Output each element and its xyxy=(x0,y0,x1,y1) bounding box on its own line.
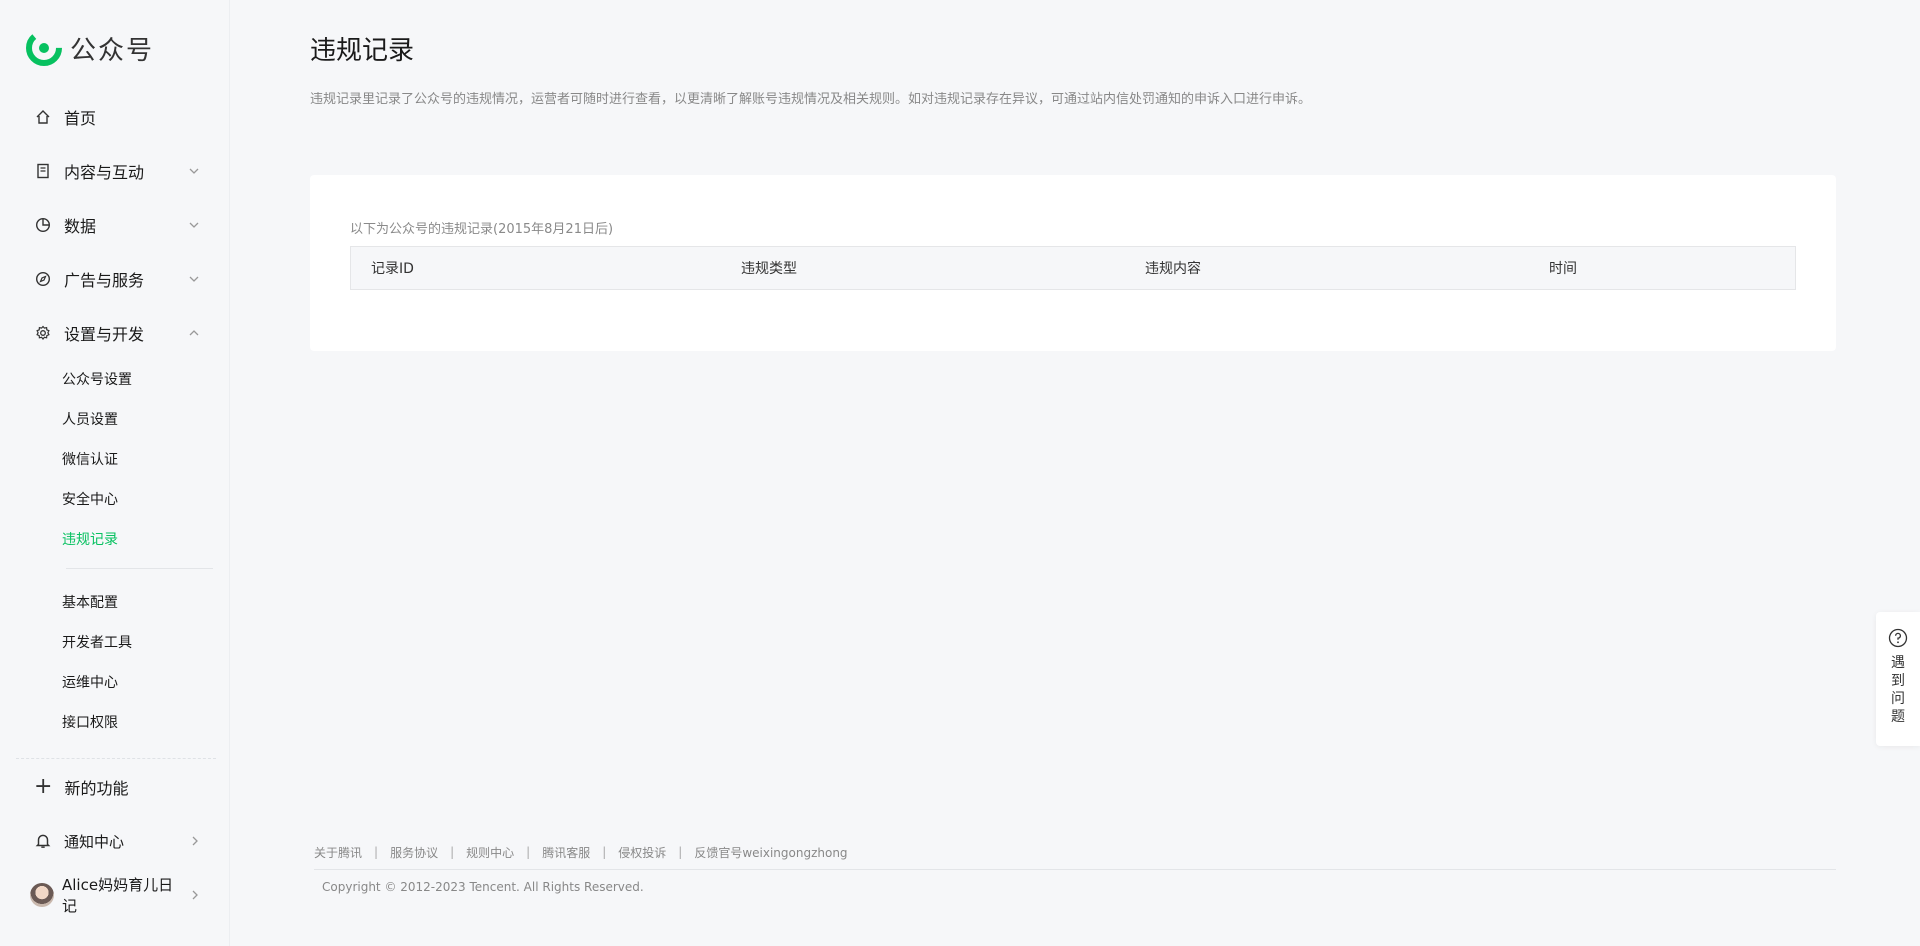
nav-ads[interactable]: 广告与服务 xyxy=(0,252,229,306)
subnav-ops-center[interactable]: 运维中心 xyxy=(62,663,229,703)
column-violation-type: 违规类型 xyxy=(741,261,797,277)
column-violation-content: 违规内容 xyxy=(1145,261,1201,277)
footer-link-about[interactable]: 关于腾讯 xyxy=(314,844,362,861)
nav-home[interactable]: 首页 xyxy=(0,90,229,144)
violation-records-card: 以下为公众号的违规记录(2015年8月21日后) 记录ID 违规类型 违规内容 … xyxy=(310,175,1836,351)
footer-separator: | xyxy=(374,845,379,859)
compass-icon xyxy=(34,270,52,288)
page-title: 违规记录 xyxy=(310,36,415,66)
chevron-right-icon xyxy=(192,890,198,900)
copyright: Copyright © 2012-2023 Tencent. All Right… xyxy=(322,880,644,894)
footer-separator: | xyxy=(526,845,531,859)
subnav-account-settings[interactable]: 公众号设置 xyxy=(62,360,229,400)
plus-icon: + xyxy=(34,774,53,799)
new-features-button[interactable]: + 新的功能 xyxy=(16,758,216,814)
footer-separator: | xyxy=(678,845,683,859)
table-header: 记录ID 违规类型 违规内容 时间 xyxy=(351,247,1795,289)
footer-link-terms[interactable]: 服务协议 xyxy=(390,844,438,861)
sidebar: 公众号 首页 内容与互动 数据 广告与服务 设置与开发 公众号设置 人员设置 微… xyxy=(0,0,230,946)
records-note: 以下为公众号的违规记录(2015年8月21日后) xyxy=(350,222,614,237)
nav-settings-label: 设置与开发 xyxy=(64,325,145,344)
brand-name: 公众号 xyxy=(70,35,155,66)
footer-link-support[interactable]: 腾讯客服 xyxy=(542,844,590,861)
column-time: 时间 xyxy=(1549,261,1577,277)
main-content: 违规记录 违规记录里记录了公众号的违规情况，运营者可随时进行查看，以更清晰了解账… xyxy=(230,0,1920,946)
settings-subnav: 公众号设置 人员设置 微信认证 安全中心 违规记录 xyxy=(0,360,229,560)
nav-data-label: 数据 xyxy=(64,217,97,236)
main-nav: 首页 内容与互动 数据 广告与服务 设置与开发 公众号设置 人员设置 微信认证 … xyxy=(0,90,229,743)
new-features-label: 新的功能 xyxy=(64,778,129,798)
chevron-down-icon xyxy=(189,276,199,282)
dev-subnav: 基本配置 开发者工具 运维中心 接口权限 xyxy=(0,583,229,743)
page-description: 违规记录里记录了公众号的违规情况，运营者可随时进行查看，以更清晰了解账号违规情况… xyxy=(310,92,1312,107)
account-name: Alice妈妈育儿日记 xyxy=(62,876,174,915)
notification-label: 通知中心 xyxy=(64,832,125,851)
avatar xyxy=(30,883,54,907)
footer-link-infringement[interactable]: 侵权投诉 xyxy=(618,844,666,861)
document-icon xyxy=(34,162,52,180)
footer-divider xyxy=(314,869,1836,870)
footer: 关于腾讯 | 服务协议 | 规则中心 | 腾讯客服 | 侵权投诉 | 反馈官号w… xyxy=(314,842,1836,894)
footer-link-feedback[interactable]: 反馈官号weixingongzhong xyxy=(694,844,847,861)
gear-icon xyxy=(34,324,52,342)
nav-settings[interactable]: 设置与开发 xyxy=(0,306,229,360)
nav-content-label: 内容与互动 xyxy=(64,163,145,182)
subnav-divider xyxy=(66,568,213,569)
subnav-wechat-verify[interactable]: 微信认证 xyxy=(62,440,229,480)
subnav-api-permissions[interactable]: 接口权限 xyxy=(62,703,229,743)
account-menu[interactable]: Alice妈妈育儿日记 xyxy=(0,868,230,922)
footer-link-rules[interactable]: 规则中心 xyxy=(466,844,514,861)
pie-chart-icon xyxy=(34,216,52,234)
footer-separator: | xyxy=(450,845,455,859)
help-button[interactable]: 遇到问题 xyxy=(1876,612,1920,746)
nav-home-label: 首页 xyxy=(64,109,97,128)
chevron-down-icon xyxy=(189,222,199,228)
home-icon xyxy=(34,108,52,126)
logo[interactable]: 公众号 xyxy=(26,24,229,72)
chevron-up-icon xyxy=(189,330,199,336)
help-label: 遇到问题 xyxy=(1891,655,1905,725)
nav-ads-label: 广告与服务 xyxy=(64,271,145,290)
bell-icon xyxy=(35,834,51,848)
notification-center[interactable]: 通知中心 xyxy=(0,814,230,868)
question-circle-icon xyxy=(1888,628,1908,648)
subnav-violation-records[interactable]: 违规记录 xyxy=(62,520,229,560)
nav-data[interactable]: 数据 xyxy=(0,198,229,252)
chevron-down-icon xyxy=(189,168,199,174)
column-record-id: 记录ID xyxy=(371,261,414,277)
footer-separator: | xyxy=(602,845,607,859)
subnav-basic-config[interactable]: 基本配置 xyxy=(62,583,229,623)
chevron-right-icon xyxy=(192,836,198,846)
nav-content[interactable]: 内容与互动 xyxy=(0,144,229,198)
subnav-security-center[interactable]: 安全中心 xyxy=(62,480,229,520)
footer-links: 关于腾讯 | 服务协议 | 规则中心 | 腾讯客服 | 侵权投诉 | 反馈官号w… xyxy=(314,842,1836,862)
subnav-developer-tools[interactable]: 开发者工具 xyxy=(62,623,229,663)
subnav-staff-settings[interactable]: 人员设置 xyxy=(62,400,229,440)
wechat-official-logo-icon xyxy=(26,30,62,66)
violation-records-table: 记录ID 违规类型 违规内容 时间 xyxy=(350,246,1796,290)
